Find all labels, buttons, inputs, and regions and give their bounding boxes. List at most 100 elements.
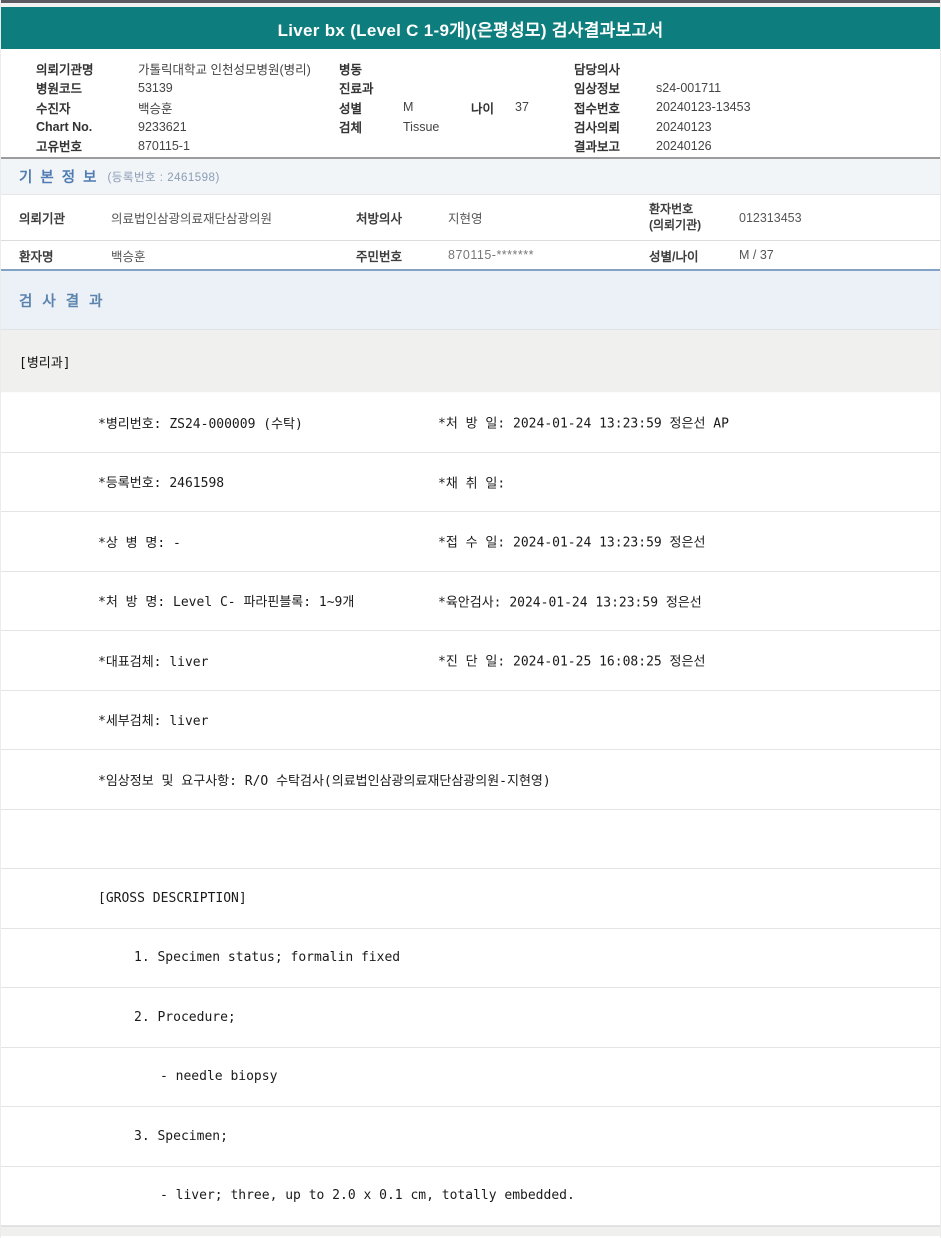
result-right-text: *육안검사: 2024-01-24 13:23:59 정은선 [438, 595, 702, 611]
table-row: 환자명 백승훈 주민번호 870115-******* 성별/나이 M / 37 [1, 241, 940, 269]
result-left-text: 1. Specimen status; formalin fixed [134, 950, 401, 966]
col-label-patient-no-line2: (의뢰기관) [649, 217, 702, 232]
result-left-text: 2. Procedure; [134, 1009, 236, 1025]
col-label-requesting-institution: 의뢰기관 [19, 212, 66, 226]
result-row-liver-detail: - liver; three, up to 2.0 x 0.1 cm, tota… [1, 1166, 940, 1226]
field-report-date: 결과보고 20240126 [574, 136, 751, 155]
result-left-text: - needle biopsy [160, 1069, 278, 1085]
result-row-procedure: 2. Procedure; [1, 988, 940, 1048]
basic-info-table: 의뢰기관 의료법인삼광의료재단삼광의원 처방의사 지현영 환자번호 (의뢰기관) … [1, 194, 940, 271]
field-label: 수진자 [36, 101, 71, 116]
field-value: 870115-1 [138, 138, 190, 153]
header-info-right-column: 담당의사 임상정보 s24-001711 접수번호 20240123-13453… [574, 59, 751, 155]
result-row-specimen: 3. Specimen; [1, 1107, 940, 1167]
result-row-specimen-status: 1. Specimen status; formalin fixed [1, 928, 940, 988]
field-value: 가톨릭대학교 인천성모병원(병리) [138, 63, 311, 78]
result-row-main-specimen: *대표검체: liver *진 단 일: 2024-01-25 16:08:25… [1, 631, 940, 691]
cell-sex-age: M / 37 [739, 248, 774, 262]
result-rows: *병리번호: ZS24-000009 (수탁) *처 방 일: 2024-01-… [1, 393, 940, 1226]
field-specimen-type: 검체 Tissue [339, 117, 529, 136]
result-row-registration-no: *등록번호: 2461598 *채 취 일: [1, 452, 940, 512]
field-value: 9233621 [138, 119, 187, 134]
field-request-date: 검사의뢰 20240123 [574, 117, 751, 136]
basic-info-section-header: 기 본 정 보 (등록번호 : 2461598) [1, 157, 940, 194]
field-department: 진료과 [339, 78, 529, 97]
result-right-text: *처 방 일: 2024-01-24 13:23:59 정은선 AP [438, 416, 729, 432]
field-label: 검사의뢰 [574, 121, 621, 136]
field-label: 병동 [339, 63, 363, 78]
field-value: Tissue [403, 119, 440, 134]
table-row: 의뢰기관 의료법인삼광의료재단삼광의원 처방의사 지현영 환자번호 (의뢰기관) … [1, 195, 940, 241]
field-value: 20240126 [656, 138, 712, 153]
basic-info-title: 기 본 정 보 [19, 170, 99, 186]
test-results-section-header: 검 사 결 과 [1, 271, 940, 330]
cell-patient-no: 012313453 [739, 210, 802, 225]
result-row-disease-name: *상 병 명: - *접 수 일: 2024-01-24 13:23:59 정은… [1, 512, 940, 572]
field-value: 백승훈 [138, 101, 173, 116]
field-label: 의뢰기관명 [36, 63, 94, 78]
header-info-middle-column: 병동 진료과 성별 M 나이 37 검체 Tissue [339, 59, 529, 136]
field-ward: 병동 [339, 59, 529, 78]
result-left-text: *세부검체: liver [98, 714, 209, 730]
result-left-text: [GROSS DESCRIPTION] [98, 890, 247, 906]
field-requesting-institution: 의뢰기관명 가톨릭대학교 인천성모병원(병리) [36, 59, 311, 78]
col-label-prescribing-doctor: 처방의사 [356, 212, 403, 226]
test-results-title: 검 사 결 과 [19, 293, 106, 310]
result-left-text: *처 방 명: Level C- 파라핀블록: 1~9개 [98, 595, 355, 611]
report-page: Liver bx (Level C 1-9개)(은평성모) 검사결과보고서 의뢰… [0, 0, 941, 1238]
report-title-bar: Liver bx (Level C 1-9개)(은평성모) 검사결과보고서 [1, 7, 940, 49]
result-left-text: *대표검체: liver [98, 654, 209, 670]
result-right-text: *접 수 일: 2024-01-24 13:23:59 정은선 [438, 535, 706, 551]
field-label: 검체 [339, 121, 363, 136]
field-label: 진료과 [339, 82, 374, 97]
field-sex-age: 성별 M 나이 37 [339, 98, 529, 117]
field-accession-no: 접수번호 20240123-13453 [574, 98, 751, 117]
footer-strip [1, 1226, 940, 1236]
field-value: 20240123 [656, 119, 712, 134]
header-info-left-column: 의뢰기관명 가톨릭대학교 인천성모병원(병리) 병원코드 53139 수진자 백… [36, 59, 311, 155]
field-clinical-info: 임상정보 s24-001711 [574, 78, 751, 97]
result-left-text: *병리번호: ZS24-000009 (수탁) [98, 416, 303, 432]
basic-info-registration-no: (등록번호 : 2461598) [107, 171, 220, 184]
field-value-sex: M [403, 100, 414, 115]
field-label: Chart No. [36, 119, 93, 134]
col-label-patient-name: 환자명 [19, 249, 54, 264]
cell-patient-name: 백승훈 [111, 249, 146, 264]
col-label-resident-no: 주민번호 [356, 249, 403, 264]
header-info-section: 의뢰기관명 가톨릭대학교 인천성모병원(병리) 병원코드 53139 수진자 백… [1, 57, 940, 157]
result-left-text: - liver; three, up to 2.0 x 0.1 cm, tota… [160, 1188, 575, 1204]
field-label: 임상정보 [574, 82, 621, 97]
field-label: 병원코드 [36, 82, 83, 97]
report-title: Liver bx (Level C 1-9개)(은평성모) 검사결과보고서 [277, 20, 664, 40]
result-left-text: *임상정보 및 요구사항: R/O 수탁검사(의료법인삼광의료재단삼광의원-지현… [98, 773, 551, 789]
col-label-patient-no-line1: 환자번호 [649, 201, 694, 216]
field-hospital-code: 병원코드 53139 [36, 78, 311, 97]
header-gap [1, 49, 940, 57]
department-row: [병리과] [1, 330, 940, 393]
field-value: 53139 [138, 80, 173, 95]
result-row-pathology-no: *병리번호: ZS24-000009 (수탁) *처 방 일: 2024-01-… [1, 393, 940, 453]
result-row-blank [1, 809, 940, 869]
field-label: 담당의사 [574, 63, 621, 78]
result-left-text: *등록번호: 2461598 [98, 476, 225, 492]
result-row-clinical-request: *임상정보 및 요구사항: R/O 수탁검사(의료법인삼광의료재단삼광의원-지현… [1, 750, 940, 810]
department-label: [병리과] [19, 355, 71, 371]
field-label: 성별 [339, 101, 363, 116]
cell-resident-no: 870115-******* [448, 248, 534, 262]
field-label: 결과보고 [574, 140, 621, 155]
field-label-age: 나이 [471, 101, 495, 116]
field-value: s24-001711 [656, 80, 722, 95]
result-row-sub-specimen: *세부검체: liver [1, 690, 940, 750]
field-attending-doctor: 담당의사 [574, 59, 751, 78]
field-examinee: 수진자 백승훈 [36, 98, 311, 117]
col-label-sex-age: 성별/나이 [649, 249, 699, 264]
result-left-text: 3. Specimen; [134, 1128, 228, 1144]
result-left-text: *상 병 명: - [98, 535, 181, 551]
field-label: 고유번호 [36, 140, 83, 155]
result-right-text: *채 취 일: [438, 476, 506, 492]
result-row-prescription-name: *처 방 명: Level C- 파라핀블록: 1~9개 *육안검사: 2024… [1, 571, 940, 631]
result-row-needle-biopsy: - needle biopsy [1, 1047, 940, 1107]
field-label: 접수번호 [574, 101, 621, 116]
field-value-age: 37 [515, 100, 529, 115]
col-label-patient-no: 환자번호 (의뢰기관) [649, 202, 739, 233]
